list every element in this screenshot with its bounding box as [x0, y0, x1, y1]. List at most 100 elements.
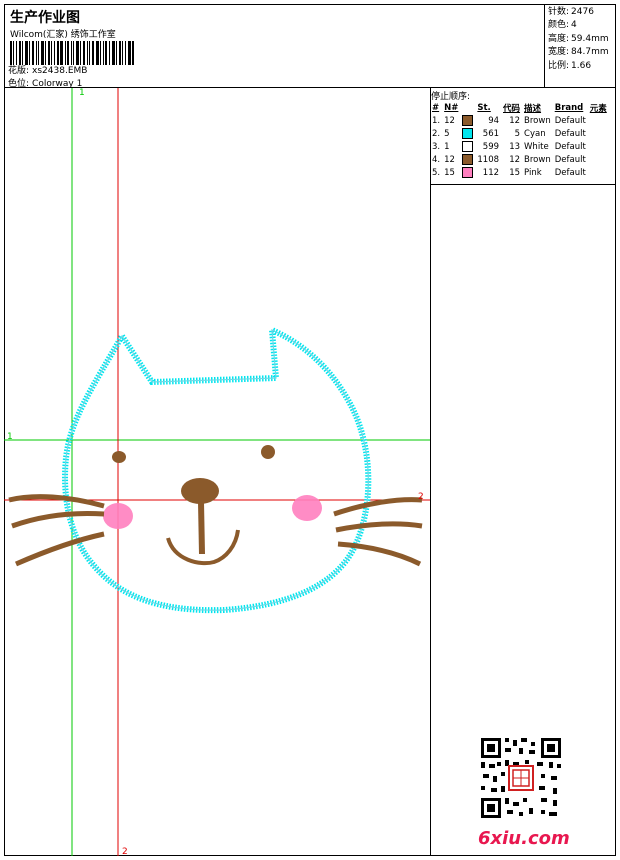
site-watermark: 6xiu.com: [478, 828, 570, 849]
design-label: 花版:: [8, 66, 30, 76]
row-desc: White: [524, 141, 549, 152]
cat-head-outline: [62, 325, 372, 614]
row-needle: 12: [444, 154, 455, 165]
stop-row: 2. 5 561 5 Cyan Default: [431, 127, 610, 140]
stat-height: 高度: 59.4mm: [548, 33, 609, 46]
axis-label-right-2: 2: [418, 492, 424, 502]
row-code: 12: [509, 115, 521, 126]
col-brand: Brand: [554, 102, 584, 113]
stat-width-value: 84.7mm: [571, 47, 609, 58]
whisker-left-2: [11, 511, 105, 529]
whisker-left-3: [14, 531, 105, 567]
stat-scale-label: 比例:: [548, 60, 570, 71]
row-needle: 15: [444, 167, 455, 178]
row-swatch: [461, 166, 476, 179]
row-stitches: 561: [482, 128, 500, 139]
stop-table-header: # N# St. 代码 描述 Brand 元素: [431, 101, 610, 114]
row-swatch: [461, 153, 476, 166]
stop-row: 1. 12 94 12 Brown Default: [431, 114, 610, 127]
stat-scale: 比例: 1.66: [548, 60, 609, 73]
row-index: 1.: [432, 115, 441, 126]
row-stitches: 94: [488, 115, 500, 126]
design-canvas[interactable]: 1 1 2 2: [4, 88, 431, 856]
embroidery-preview: [4, 88, 430, 856]
cat-nose: [181, 478, 219, 504]
color-swatch: [462, 167, 474, 178]
row-desc: Brown: [524, 115, 551, 126]
row-index: 5.: [432, 167, 441, 178]
stat-colors-value: 4: [571, 20, 577, 31]
col-needle: N#: [444, 102, 459, 113]
stat-colors-label: 颜色:: [548, 20, 570, 31]
row-swatch: [461, 114, 476, 127]
stop-row: 4. 12 1108 12 Brown Default: [431, 153, 610, 166]
stat-width: 宽度: 84.7mm: [548, 46, 609, 59]
row-needle: 5: [444, 128, 450, 139]
whisker-left-1: [8, 494, 105, 509]
cat-eye-right: [261, 445, 275, 459]
row-index: 3.: [432, 141, 441, 152]
color-swatch: [462, 141, 474, 152]
stat-height-value: 59.4mm: [571, 33, 609, 44]
stat-colors: 颜色: 4: [548, 19, 609, 32]
cat-cheek-left: [103, 503, 133, 529]
row-swatch: [461, 127, 476, 140]
design-field: 花版: xs2438.EMB: [8, 63, 87, 76]
cat-head-outline-core: [64, 329, 369, 611]
col-index: #: [432, 102, 440, 113]
axis-label-bottom-2: 2: [122, 847, 128, 856]
row-desc: Pink: [524, 167, 542, 178]
row-stitches: 1108: [477, 154, 500, 165]
row-needle: 12: [444, 115, 455, 126]
color-swatch: [462, 154, 474, 165]
row-code: 5: [514, 128, 521, 139]
barcode-icon: [10, 41, 134, 65]
qr-code-icon: [479, 736, 563, 820]
whisker-right-2: [335, 521, 423, 533]
col-code: 代码: [503, 103, 521, 114]
whisker-right-1: [333, 497, 423, 517]
row-index: 2.: [432, 128, 441, 139]
row-brand: Default: [554, 141, 586, 152]
design-stats: 针数: 2476 颜色: 4 高度: 59.4mm 宽度: 84.7mm 比例: 1.66: [545, 4, 616, 88]
row-brand: Default: [554, 128, 586, 139]
stat-stitches-value: 2476: [571, 7, 594, 17]
col-stitches: St.: [477, 102, 491, 113]
row-index: 4.: [432, 154, 441, 165]
row-brand: Default: [554, 154, 586, 165]
row-code: 12: [509, 154, 521, 165]
stop-sequence-box: 停止顺序: # N# St. 代码 描述 Brand 元素 1. 12 94 12 Br…: [431, 88, 616, 185]
cat-cheek-right: [292, 495, 322, 521]
col-element: 元素: [589, 103, 607, 114]
row-brand: Default: [554, 115, 586, 126]
row-desc: Cyan: [524, 128, 546, 139]
stop-row: 3. 1 599 13 White Default: [431, 140, 610, 153]
row-swatch: [461, 140, 476, 153]
stop-row: 5. 15 112 15 Pink Default: [431, 166, 610, 179]
row-code: 15: [509, 167, 521, 178]
stat-stitches: 针数: 2476: [548, 6, 609, 19]
stat-height-label: 高度:: [548, 33, 570, 44]
cat-eye-left: [112, 451, 126, 463]
stop-sequence-panel: 停止顺序: # N# St. 代码 描述 Brand 元素 1. 12 94 12 Br…: [431, 88, 616, 856]
row-needle: 1: [444, 141, 450, 152]
row-code: 13: [509, 141, 521, 152]
axis-label-top-1: 1: [79, 88, 85, 98]
header-info: 生产作业图 Wilcom(汇家) 绣饰工作室 花版: xs2438.EMB 色位:…: [4, 4, 545, 89]
studio-name: Wilcom(汇家) 绣饰工作室: [10, 30, 116, 40]
col-swatch: [461, 101, 476, 114]
row-stitches: 112: [482, 167, 500, 178]
stat-width-label: 宽度:: [548, 47, 570, 58]
stat-stitches-label: 针数:: [548, 7, 570, 17]
col-desc: 描述: [524, 103, 542, 114]
page-title: 生产作业图: [10, 10, 80, 26]
color-swatch: [462, 128, 474, 139]
stop-sequence-table: # N# St. 代码 描述 Brand 元素 1. 12 94 12 Brown Def…: [431, 101, 610, 179]
color-swatch: [462, 115, 474, 126]
row-desc: Brown: [524, 154, 551, 165]
stat-scale-value: 1.66: [571, 60, 592, 71]
design-value: xs2438.EMB: [32, 66, 88, 76]
row-brand: Default: [554, 167, 586, 178]
row-stitches: 599: [482, 141, 500, 152]
axis-label-left-1: 1: [7, 432, 13, 442]
